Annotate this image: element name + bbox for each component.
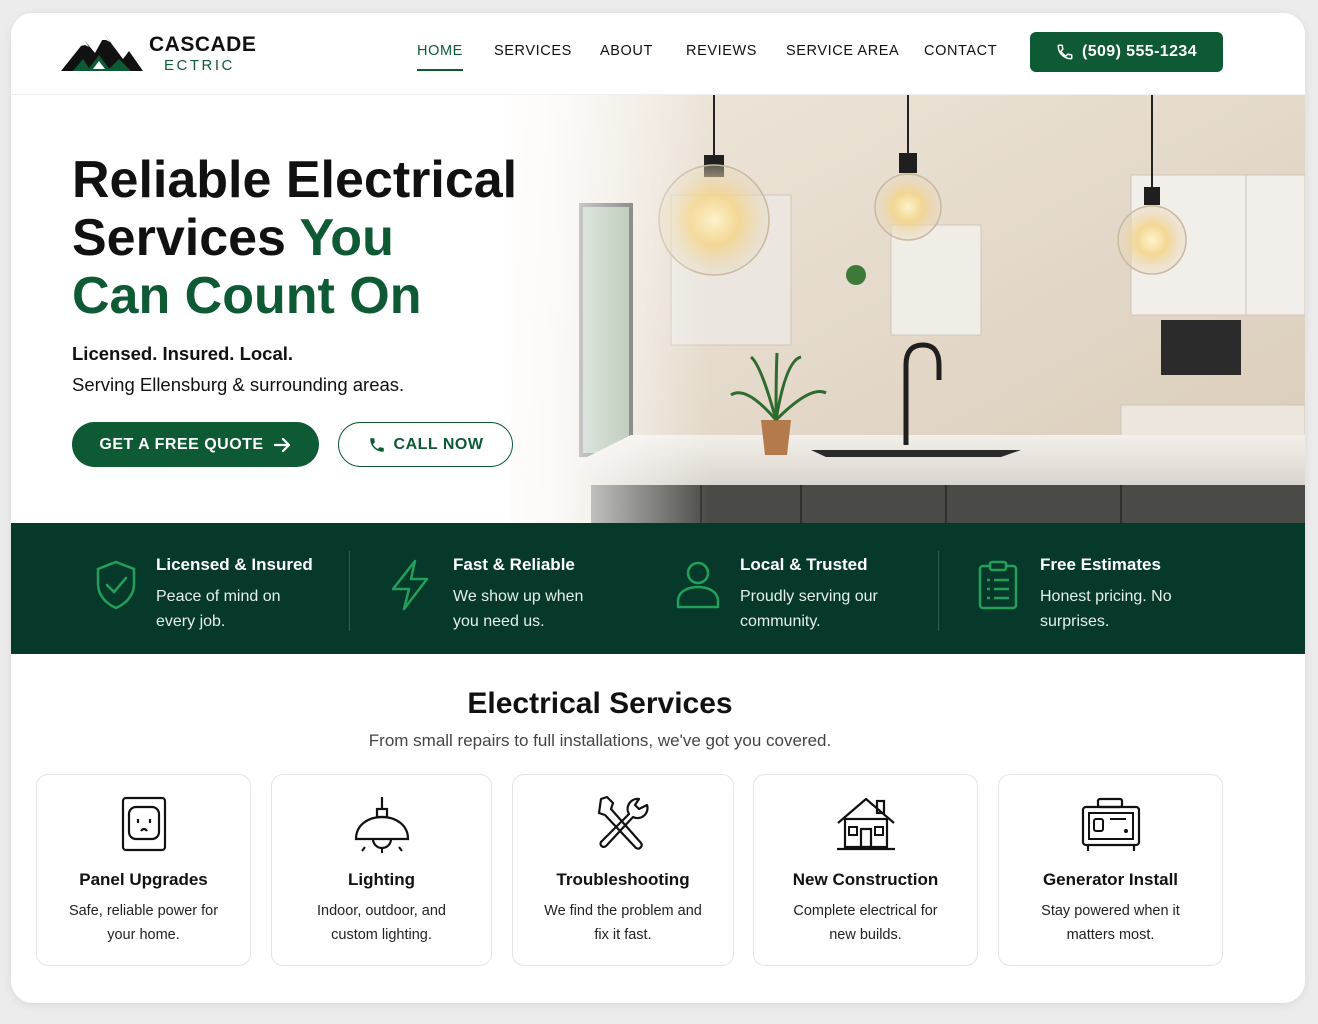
service-card-title: New Construction	[792, 870, 939, 889]
feature-divider	[938, 551, 939, 631]
generator-icon	[1081, 797, 1140, 851]
lightning-bolt-icon	[391, 559, 429, 611]
nav-home[interactable]: HOME	[417, 43, 463, 71]
nav-reviews[interactable]: REVIEWS	[686, 43, 757, 59]
feature-licensed: Licensed & Insured Peace of mind on ever…	[94, 553, 344, 643]
feature-desc: Peace of mind on every job.	[156, 588, 281, 630]
brand-name: CASCADE	[149, 33, 257, 56]
hero-headline: Reliable Electrical Services You Can Cou…	[72, 151, 592, 325]
page-frame: CASCADE ECTRIC HOME SERVICES ABOUT REVIE…	[11, 13, 1305, 1003]
feature-local: Local & Trusted Proudly serving our comm…	[675, 553, 925, 643]
feature-divider	[349, 551, 350, 631]
house-icon	[836, 797, 895, 851]
service-card-title: Lighting	[347, 870, 416, 889]
phone-icon	[1057, 44, 1073, 60]
free-quote-label: GET A FREE QUOTE	[99, 435, 264, 453]
hero-section: Reliable Electrical Services You Can Cou…	[11, 95, 1305, 523]
nav-service-area[interactable]: SERVICE AREA	[786, 43, 899, 59]
person-icon	[676, 561, 720, 609]
call-now-button[interactable]: CALL NOW	[338, 422, 513, 467]
service-card-title: Panel Upgrades	[79, 870, 208, 889]
service-card-lighting[interactable]: Lighting Indoor, outdoor, and custom lig…	[271, 774, 492, 966]
free-quote-button[interactable]: GET A FREE QUOTE	[72, 422, 319, 467]
header-phone-number: (509) 555-1234	[1081, 43, 1197, 60]
service-card-title: Troubleshooting	[556, 870, 690, 889]
wrench-screwdriver-icon	[597, 795, 649, 850]
services-heading: Electrical Services	[467, 687, 733, 720]
brand-subname: ECTRIC	[164, 57, 235, 74]
nav-services[interactable]: SERVICES	[494, 43, 572, 59]
feature-title: Fast & Reliable	[453, 555, 575, 574]
mountain-logo-icon	[61, 35, 143, 71]
hero-service-area: Serving Ellensburg & surrounding areas.	[72, 374, 405, 395]
feature-fast: Fast & Reliable We show up when you need…	[389, 553, 629, 643]
service-card-panel-upgrades[interactable]: Panel Upgrades Safe, reliable power for …	[36, 774, 251, 966]
hero-headline-line2: Services You	[72, 209, 592, 267]
nav-contact[interactable]: CONTACT	[924, 43, 997, 59]
brand-logo[interactable]: CASCADE ECTRIC	[61, 29, 261, 75]
feature-desc: We show up when you need us.	[453, 588, 584, 630]
call-now-label: CALL NOW	[393, 435, 484, 453]
phone-icon	[369, 437, 384, 452]
service-card-troubleshooting[interactable]: Troubleshooting We find the problem and …	[512, 774, 734, 966]
hero-headline-line3: Can Count On	[72, 267, 422, 325]
feature-desc: Proudly serving our community.	[740, 588, 878, 630]
site-header: CASCADE ECTRIC HOME SERVICES ABOUT REVIE…	[11, 13, 1305, 95]
feature-title: Local & Trusted	[740, 555, 868, 574]
feature-title: Licensed & Insured	[156, 555, 313, 574]
outlet-panel-icon	[121, 796, 166, 852]
feature-desc: Honest pricing. No surprises.	[1040, 588, 1172, 630]
hero-tagline: Licensed. Insured. Local.	[72, 343, 294, 364]
features-band: Licensed & Insured Peace of mind on ever…	[11, 523, 1305, 654]
pendant-lamp-icon	[354, 797, 409, 853]
nav-about[interactable]: ABOUT	[600, 43, 653, 59]
service-card-desc: We find the problem and fix it fast.	[544, 903, 702, 943]
service-card-desc: Stay powered when it matters most.	[1041, 903, 1180, 943]
arrow-right-icon	[273, 437, 290, 452]
service-card-new-construction[interactable]: New Construction Complete electrical for…	[753, 774, 978, 966]
service-card-generator[interactable]: Generator Install Stay powered when it m…	[998, 774, 1223, 966]
services-subheading: From small repairs to full installations…	[368, 731, 832, 750]
service-card-title: Generator Install	[1042, 870, 1179, 889]
hero-headline-line2-green: You	[299, 209, 394, 267]
hero-headline-line1: Reliable Electrical	[72, 151, 518, 209]
service-card-desc: Indoor, outdoor, and custom lighting.	[317, 903, 446, 943]
service-card-desc: Complete electrical for new builds.	[793, 903, 938, 943]
feature-title: Free Estimates	[1040, 555, 1161, 574]
shield-check-icon	[96, 560, 136, 610]
feature-estimates: Free Estimates Honest pricing. No surpri…	[977, 553, 1207, 643]
service-card-desc: Safe, reliable power for your home.	[68, 903, 219, 943]
hero-headline-line2-dark: Services	[72, 209, 300, 267]
clipboard-list-icon	[978, 560, 1018, 610]
header-phone-button[interactable]: (509) 555-1234	[1030, 32, 1223, 72]
